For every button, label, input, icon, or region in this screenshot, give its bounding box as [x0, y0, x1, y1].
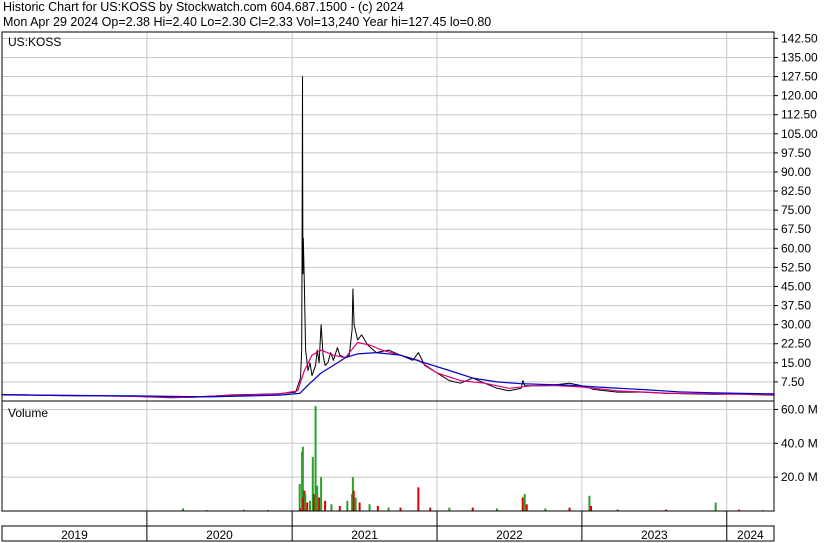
year-label: 2023: [641, 528, 668, 542]
price-tick-label: 105.00: [781, 127, 818, 141]
price-panel-frame: [1, 31, 775, 402]
volume-bar: [338, 505, 341, 511]
volume-y-axis: 20.0 M 40.0 M 60.0 M: [774, 402, 818, 484]
year-label: 2024: [737, 528, 764, 542]
volume-bar: [429, 507, 432, 511]
year-label: 2022: [496, 528, 523, 542]
stock-chart: US:KOSS Volume 7.50 15.00 22.50 30.00 37.50 4…: [1, 31, 818, 542]
volume-bar: [714, 502, 717, 511]
volume-bar: [309, 500, 312, 511]
volume-bar: [316, 485, 319, 511]
volume-tick-label: 20.0 M: [781, 470, 818, 484]
volume-bar: [399, 507, 402, 511]
price-tick-label: 112.50: [781, 108, 817, 122]
price-tick-label: 7.50: [781, 375, 805, 389]
volume-bar: [358, 502, 361, 511]
volume-bar: [568, 507, 571, 511]
volume-bar: [354, 497, 357, 511]
volume-bar: [376, 505, 379, 511]
series-line-ma_short: [1, 341, 775, 398]
price-tick-label: 15.00: [781, 356, 811, 370]
volume-bar: [471, 507, 474, 511]
price-tick-label: 75.00: [781, 203, 811, 217]
year-label: 2020: [206, 528, 233, 542]
volume-bar: [304, 494, 307, 511]
price-tick-label: 60.00: [781, 241, 811, 255]
price-tick-label: 90.00: [781, 165, 811, 179]
price-tick-label: 45.00: [781, 279, 811, 293]
price-tick-label: 120.00: [781, 89, 818, 103]
volume-bar: [387, 507, 390, 511]
volume-bar: [346, 500, 349, 511]
price-y-axis: 7.50 15.00 22.50 30.00 37.50 45.00 52.50 60.00 6…: [774, 31, 818, 389]
volume-tick-label: 60.0 M: [781, 402, 818, 416]
price-tick-label: 67.50: [781, 222, 811, 236]
volume-bar: [521, 497, 524, 511]
price-tick-label: 52.50: [781, 260, 811, 274]
volume-tick-label: 40.0 M: [781, 436, 818, 450]
price-tick-label: 135.00: [781, 50, 818, 64]
volume-bar: [298, 483, 301, 511]
volume-bar: [306, 502, 309, 511]
price-tick-label: 142.50: [781, 31, 818, 45]
volume-bar: [352, 490, 355, 511]
volume-bar: [525, 504, 528, 511]
volume-bar: [523, 494, 526, 511]
price-grid: [2, 37, 774, 383]
year-label: 2021: [351, 528, 378, 542]
series-line-ma_long: [1, 352, 775, 398]
volume-bar: [368, 504, 371, 511]
volume-grid: [2, 408, 774, 478]
price-tick-label: 22.50: [781, 337, 811, 351]
volume-bar: [330, 504, 333, 511]
volume-panel-frame: [1, 400, 775, 512]
price-lines: [1, 76, 775, 399]
volume-bar: [590, 505, 593, 511]
price-tick-label: 37.50: [781, 299, 811, 313]
volume-bar: [417, 487, 420, 511]
price-tick-label: 82.50: [781, 184, 811, 198]
year-labels: 2019 2020 2021 2022 2023 2024: [61, 528, 764, 542]
volume-bars: [24, 406, 764, 512]
year-label: 2019: [61, 528, 88, 542]
volume-bar: [324, 500, 327, 511]
price-tick-label: 127.50: [781, 70, 818, 84]
price-tick-label: 30.00: [781, 318, 811, 332]
volume-bar: [448, 507, 451, 511]
volume-bar: [318, 497, 321, 511]
series-line-price: [1, 76, 775, 399]
price-panel-title: US:KOSS: [8, 35, 61, 49]
volume-panel-title: Volume: [8, 406, 48, 420]
volume-bar: [320, 477, 323, 511]
price-tick-label: 97.50: [781, 146, 811, 160]
